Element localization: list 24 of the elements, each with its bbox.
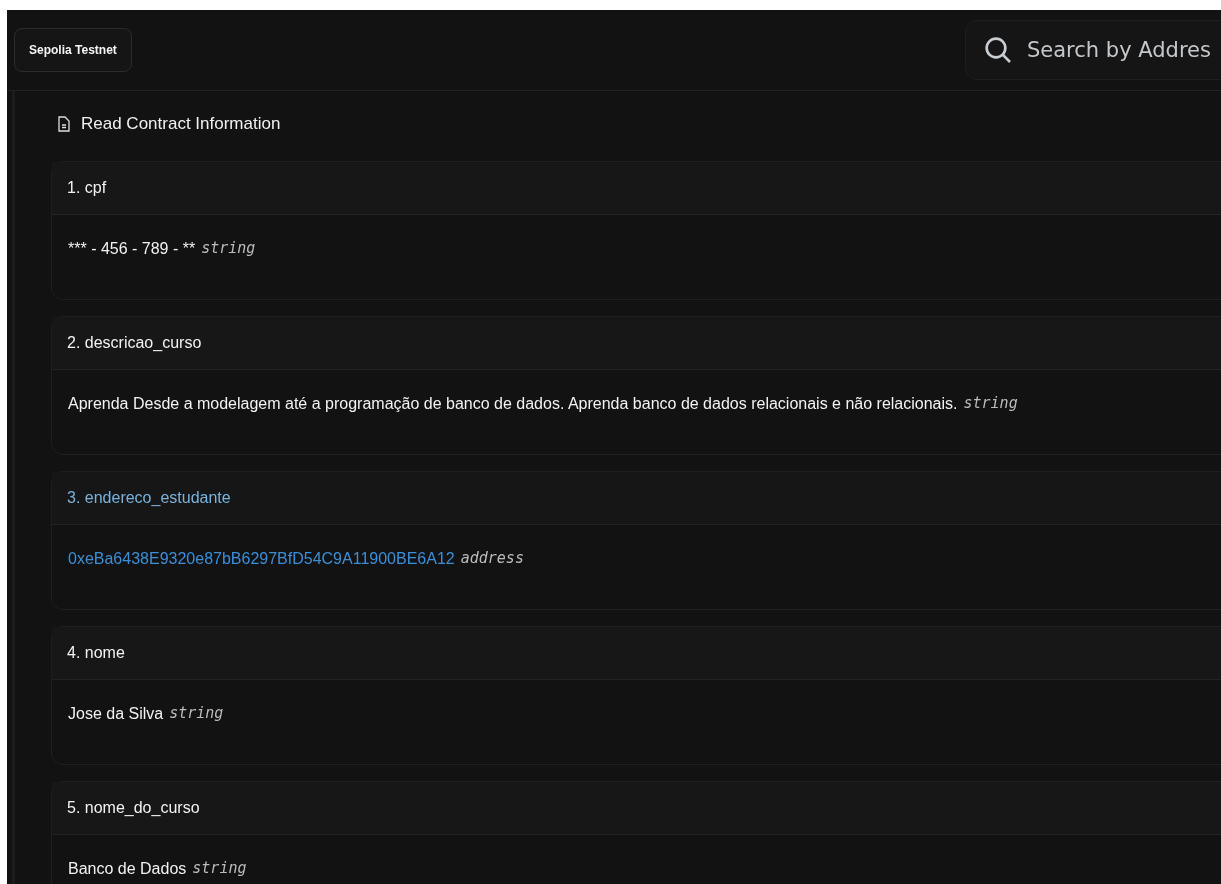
field-header[interactable]: 2. descricao_curso — [52, 316, 1221, 370]
field-value: Aprenda Desde a modelagem até a programação de banco de dados. Aprenda banco de dados relacionais e não relacionais. — [68, 393, 958, 414]
section-title: Read Contract Information — [81, 113, 281, 135]
type-label: string — [963, 392, 1018, 414]
address-link[interactable]: 0xeBa6438E9320e87bB6297BfD54C9A11900BE6A12 — [68, 546, 455, 571]
field-header[interactable]: 4. nome — [52, 626, 1221, 680]
field-label: 3. endereco_estudante — [67, 487, 231, 508]
field-value: Jose da Silva — [68, 703, 164, 724]
field-value: *** - 456 - 789 - ** — [68, 238, 196, 259]
field-label: 2. descricao_curso — [67, 332, 202, 353]
field-label: 4. nome — [67, 642, 125, 663]
type-label: string — [169, 702, 224, 724]
search-field[interactable]: Search by Addres — [965, 20, 1221, 80]
type-label: string — [192, 857, 247, 879]
field-label: 1. cpf — [67, 177, 107, 198]
field-value: Banco de Dados — [68, 858, 187, 879]
field-header[interactable]: 5. nome_do_curso — [52, 781, 1221, 835]
type-label: string — [201, 237, 256, 259]
field-label: 5. nome_do_curso — [67, 797, 200, 818]
field-header[interactable]: 1. cpf — [52, 161, 1221, 215]
type-label: address — [460, 547, 524, 569]
document-icon — [57, 115, 71, 132]
field-header[interactable]: 3. endereco_estudante — [52, 471, 1221, 525]
network-button[interactable]: Sepolia Testnet — [14, 28, 132, 72]
